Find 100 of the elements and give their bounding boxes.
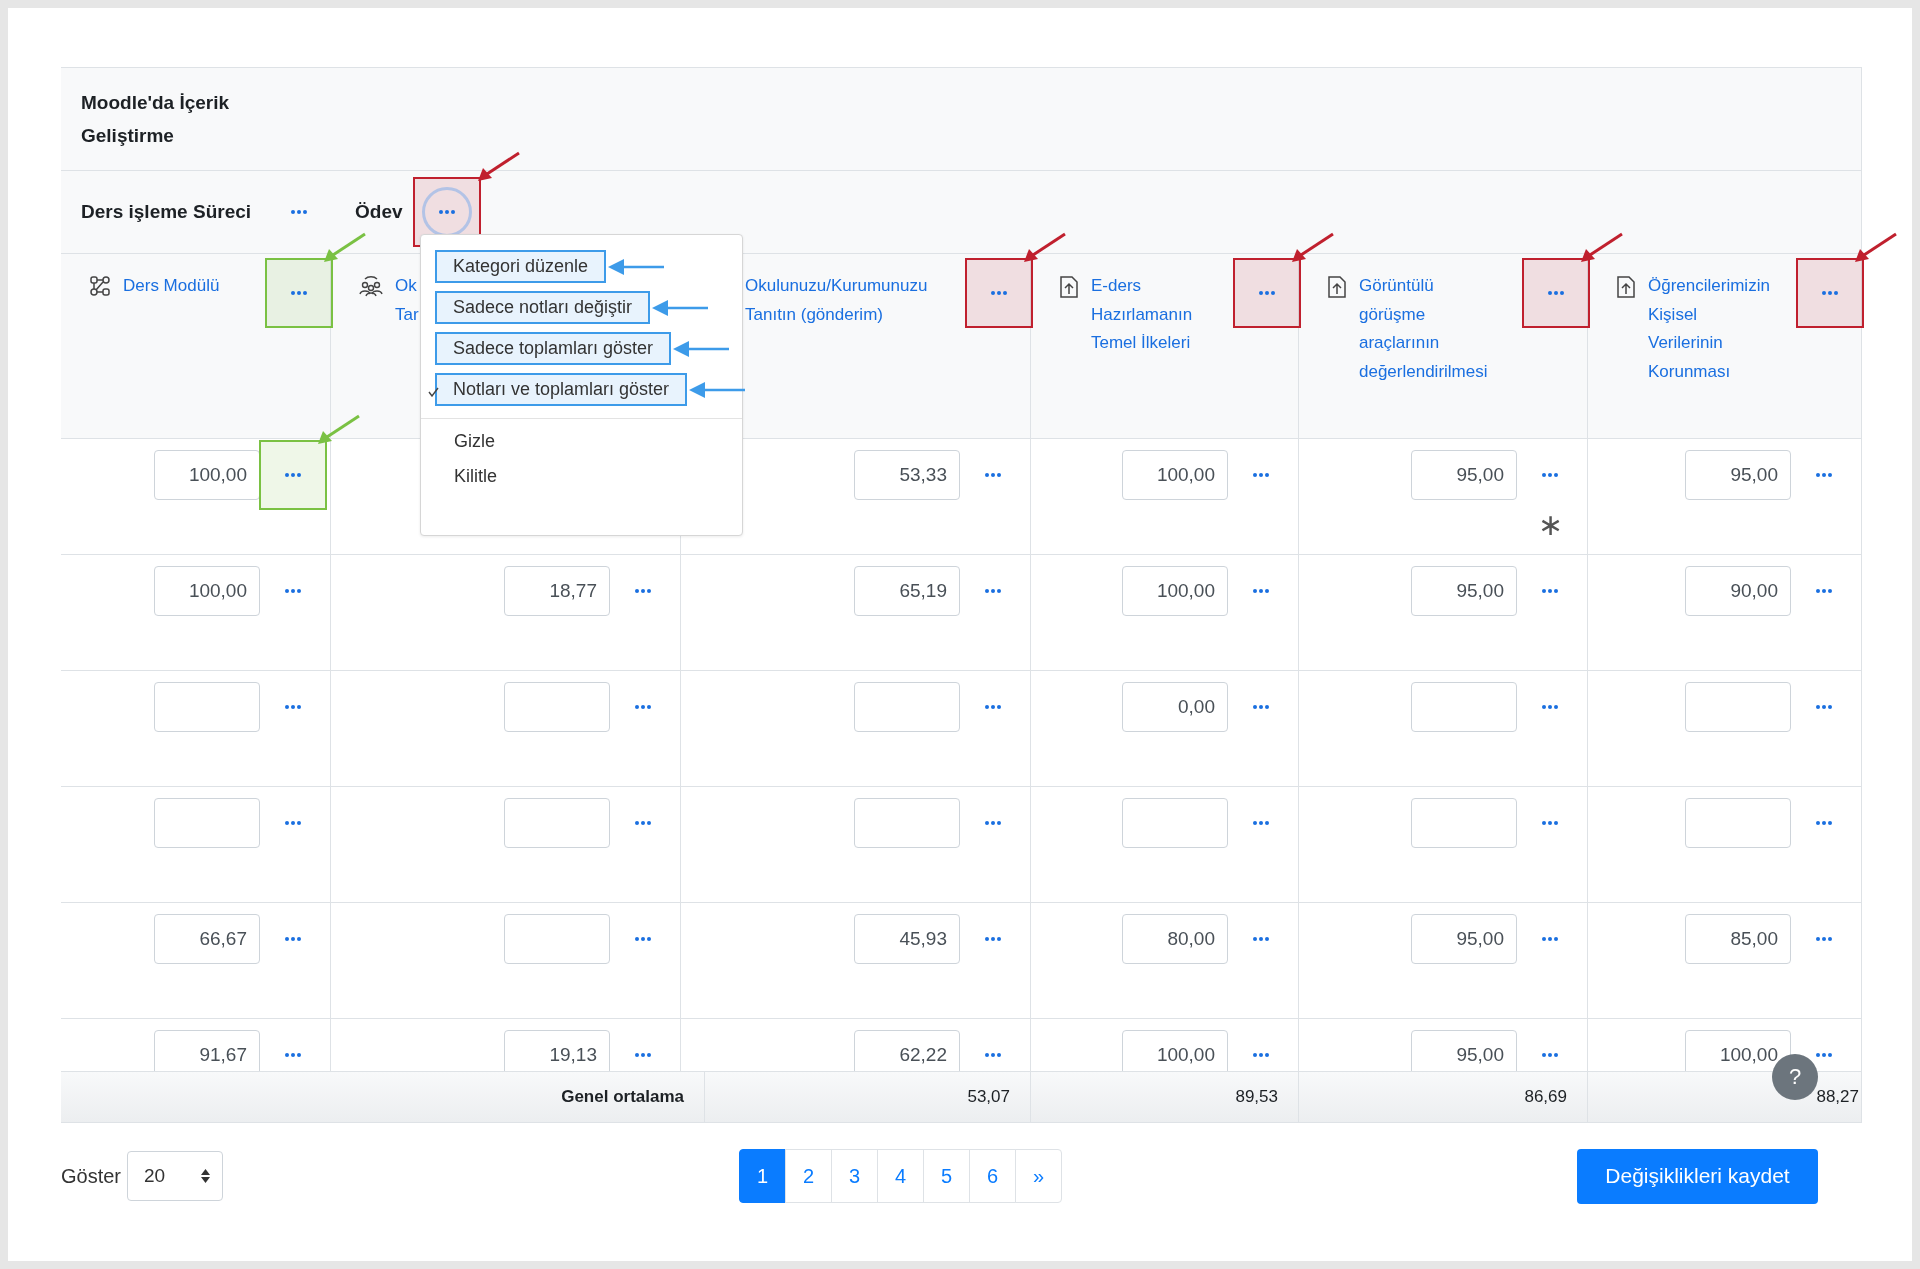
save-button[interactable]: Değişiklikleri kaydet: [1577, 1148, 1818, 1204]
actions-button[interactable]: [1522, 258, 1590, 328]
grade-input[interactable]: [1685, 682, 1791, 732]
ellipsis-icon: [1253, 1053, 1269, 1057]
grade-input[interactable]: [504, 914, 610, 964]
ellipsis-icon: [985, 589, 1001, 593]
ellipsis-icon: [1816, 473, 1832, 477]
actions-button[interactable]: [1233, 258, 1301, 328]
annotation-arrow: [1854, 232, 1898, 264]
actions-button[interactable]: [965, 258, 1033, 328]
people-icon: [359, 275, 383, 297]
ellipsis-icon: [1253, 821, 1269, 825]
grade-input[interactable]: 95,00: [1685, 450, 1791, 500]
grade-input[interactable]: 0,00: [1122, 682, 1228, 732]
grade-input[interactable]: 100,00: [1122, 450, 1228, 500]
grade-input[interactable]: [504, 798, 610, 848]
grade-input[interactable]: 100,00: [1122, 1030, 1228, 1071]
ellipsis-icon: [1822, 291, 1838, 295]
ellipsis-icon: [285, 589, 301, 593]
ellipsis-icon: [1542, 821, 1558, 825]
grade-input[interactable]: 45,93: [854, 914, 960, 964]
annotation-arrow: [1580, 232, 1624, 264]
grade-input[interactable]: [154, 682, 260, 732]
grade-input[interactable]: [854, 798, 960, 848]
ellipsis-icon: [1816, 705, 1832, 709]
grade-input[interactable]: 18,77: [504, 566, 610, 616]
ellipsis-icon: [985, 473, 1001, 477]
column-link[interactable]: Okulunuzu/Kurumunuzu Tanıtın (gönderim): [745, 272, 959, 329]
menu-item[interactable]: Sadece toplamları göster: [435, 332, 672, 365]
menu-item[interactable]: Gizle: [435, 425, 514, 458]
ellipsis-icon: [1253, 473, 1269, 477]
page-link[interactable]: 4: [877, 1149, 924, 1203]
grade-input[interactable]: 62,22: [854, 1030, 960, 1071]
menu-item[interactable]: Kilitle: [435, 460, 516, 493]
actions-button[interactable]: [1796, 258, 1864, 328]
grade-input[interactable]: [854, 682, 960, 732]
ellipsis-icon: [1542, 1053, 1558, 1057]
menu-item[interactable]: Notları ve toplamları göster: [435, 373, 688, 406]
grade-input[interactable]: 65,19: [854, 566, 960, 616]
ellipsis-icon: [291, 210, 308, 214]
ellipsis-icon: [285, 473, 301, 477]
ellipsis-icon: [291, 291, 307, 295]
ellipsis-icon: [1259, 291, 1275, 295]
ellipsis-icon: [438, 210, 455, 214]
grade-input[interactable]: [154, 798, 260, 848]
column-link[interactable]: Ders Modülü: [123, 272, 259, 301]
grade-input[interactable]: 80,00: [1122, 914, 1228, 964]
grade-input[interactable]: 95,00: [1411, 450, 1517, 500]
page-link[interactable]: 1: [739, 1149, 786, 1203]
ellipsis-icon: [1816, 937, 1832, 941]
ellipsis-icon: [635, 821, 651, 825]
ellipsis-icon: [985, 821, 1001, 825]
ellipsis-icon: [1253, 937, 1269, 941]
annotation-arrow: [476, 151, 521, 183]
show-label: Göster: [61, 1164, 122, 1188]
ellipsis-icon: [1542, 937, 1558, 941]
grade-input[interactable]: 66,67: [154, 914, 260, 964]
annotation-arrow: [652, 297, 709, 318]
average-label: Genel ortalama: [561, 1087, 684, 1107]
ellipsis-icon: [635, 937, 651, 941]
grade-input[interactable]: 90,00: [1685, 566, 1791, 616]
grade-input[interactable]: 19,13: [504, 1030, 610, 1071]
grade-input[interactable]: 95,00: [1411, 1030, 1517, 1071]
grade-input[interactable]: [1685, 798, 1791, 848]
ellipsis-icon: [635, 589, 651, 593]
annotation-arrow: [608, 256, 665, 277]
grade-input[interactable]: 91,67: [154, 1030, 260, 1071]
grade-input[interactable]: [1122, 798, 1228, 848]
ellipsis-icon: [1548, 291, 1564, 295]
page-link[interactable]: »: [1015, 1149, 1062, 1203]
page-link[interactable]: 5: [923, 1149, 970, 1203]
grade-input[interactable]: [1411, 798, 1517, 848]
override-mark: ∗: [1537, 510, 1563, 540]
grade-input[interactable]: [1411, 682, 1517, 732]
ellipsis-icon: [985, 937, 1001, 941]
average-value: 53,07: [967, 1087, 1010, 1107]
per-page-select[interactable]: 20: [127, 1151, 224, 1201]
grade-input[interactable]: 95,00: [1411, 914, 1517, 964]
grade-input[interactable]: 53,33: [854, 450, 960, 500]
grade-input[interactable]: 100,00: [1122, 566, 1228, 616]
ellipsis-icon: [635, 1053, 651, 1057]
course-title: Moodle'da İçerik Geliştirme: [81, 91, 231, 148]
page-link[interactable]: 3: [831, 1149, 878, 1203]
page-link[interactable]: 6: [969, 1149, 1016, 1203]
grade-input[interactable]: 100,00: [1685, 1030, 1791, 1071]
grade-input[interactable]: 100,00: [154, 566, 260, 616]
file-upload-icon: [1059, 275, 1079, 299]
average-value: 86,69: [1524, 1087, 1567, 1107]
ellipsis-icon: [285, 937, 301, 941]
grade-input[interactable]: 100,00: [154, 450, 260, 500]
ellipsis-icon: [1253, 589, 1269, 593]
ellipsis-icon: [1816, 1053, 1832, 1057]
category-name: Ödev: [355, 201, 403, 223]
grade-input[interactable]: [504, 682, 610, 732]
grade-input[interactable]: 95,00: [1411, 566, 1517, 616]
page-link[interactable]: 2: [785, 1149, 832, 1203]
grade-input[interactable]: 85,00: [1685, 914, 1791, 964]
menu-item[interactable]: Sadece notları değiştir: [435, 291, 651, 324]
ellipsis-icon: [1253, 705, 1269, 709]
menu-item[interactable]: Kategori düzenle: [435, 250, 607, 283]
